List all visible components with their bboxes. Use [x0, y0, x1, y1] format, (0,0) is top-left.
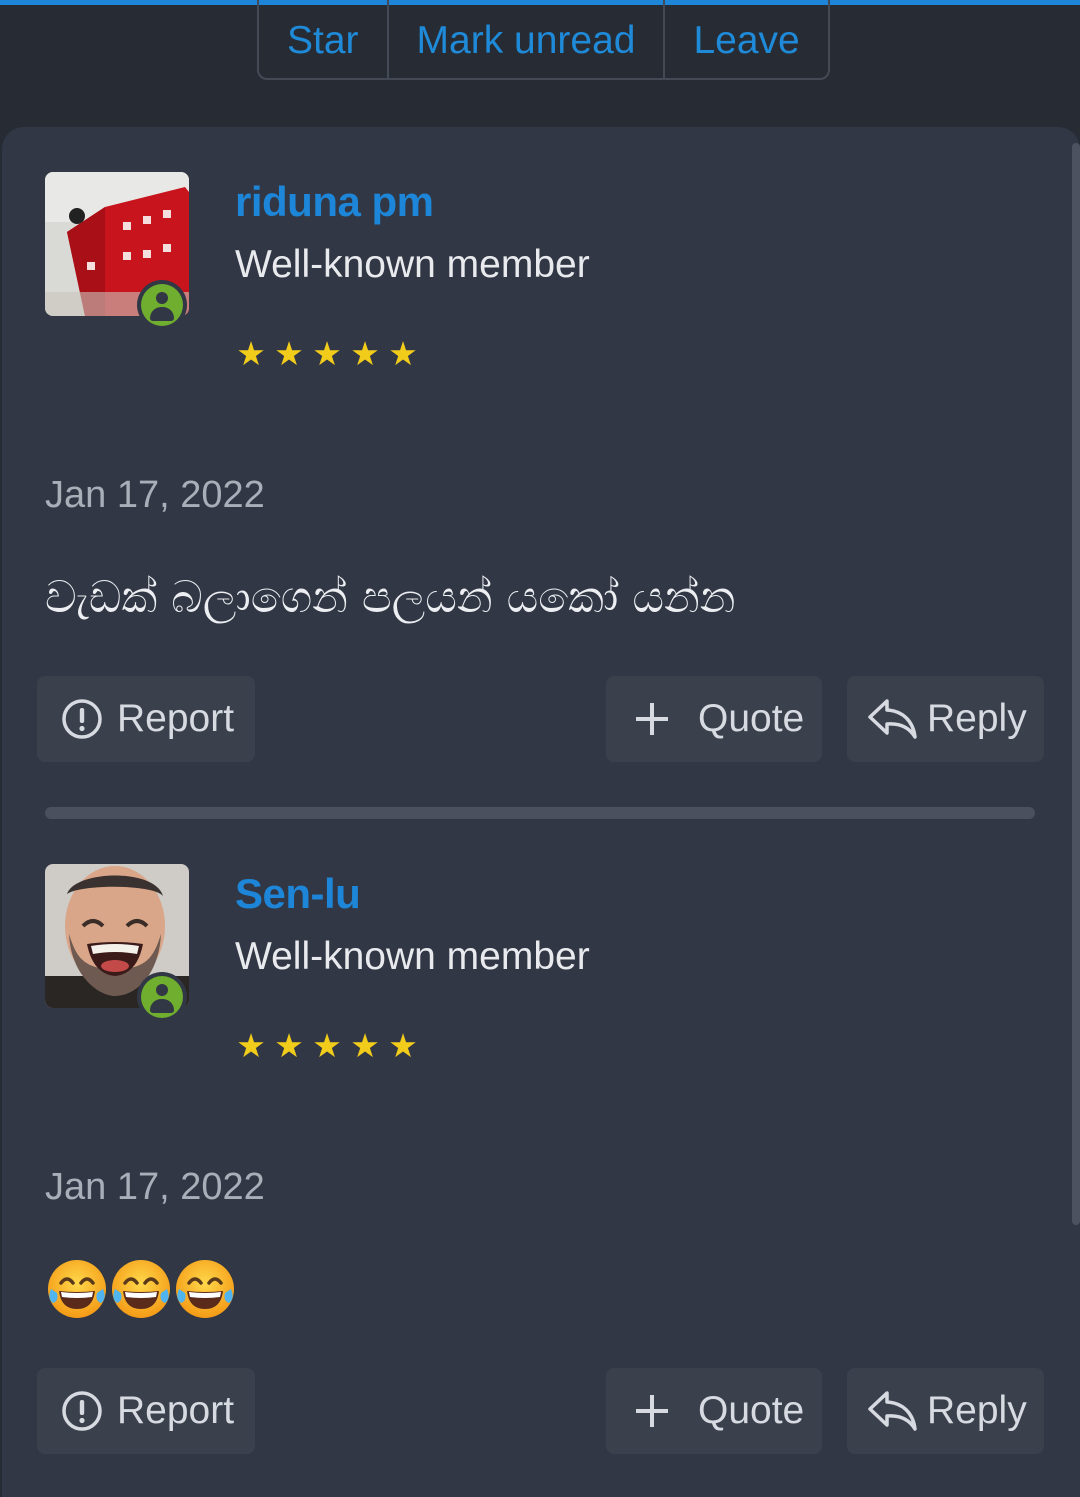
star-icon: ★ — [388, 1027, 418, 1064]
star-icon: ★ — [388, 335, 418, 372]
scrollbar[interactable] — [1072, 143, 1080, 1225]
tears-of-joy-emoji-icon — [112, 1260, 170, 1318]
plus-icon — [634, 1393, 670, 1429]
post-divider — [45, 807, 1035, 819]
report-label: Report — [117, 1389, 235, 1432]
post-content — [45, 1257, 237, 1321]
report-label: Report — [117, 697, 235, 740]
quote-button[interactable]: Quote — [606, 676, 822, 762]
rating-stars: ★ ★ ★ ★ ★ — [233, 336, 421, 372]
post-content: වැඩක් බලාගෙන් පලයන් යකෝ යන්න — [45, 572, 736, 623]
alert-circle-icon — [61, 1390, 103, 1432]
star-icon: ★ — [350, 1027, 380, 1064]
star-icon: ★ — [274, 335, 304, 372]
rating-stars: ★ ★ ★ ★ ★ — [233, 1028, 421, 1064]
tears-of-joy-emoji-icon — [48, 1260, 106, 1318]
tears-of-joy-emoji-icon — [176, 1260, 234, 1318]
thread-actions-bar: Star Mark unread Leave — [257, 0, 830, 80]
quote-label: Quote — [698, 1389, 805, 1432]
star-icon: ★ — [312, 335, 342, 372]
post-date[interactable]: Jan 17, 2022 — [45, 1166, 265, 1209]
star-icon: ★ — [274, 1027, 304, 1064]
reply-button[interactable]: Reply — [847, 1368, 1044, 1454]
reply-label: Reply — [927, 697, 1027, 740]
user-title: Well-known member — [235, 935, 590, 978]
star-icon: ★ — [350, 335, 380, 372]
report-button[interactable]: Report — [37, 676, 255, 762]
mark-unread-button[interactable]: Mark unread — [389, 0, 666, 78]
star-icon: ★ — [236, 1027, 266, 1064]
star-icon: ★ — [236, 335, 266, 372]
reply-button[interactable]: Reply — [847, 676, 1044, 762]
reply-arrow-icon — [867, 1389, 919, 1433]
plus-icon — [634, 701, 670, 737]
alert-circle-icon — [61, 698, 103, 740]
online-status-icon — [137, 280, 187, 330]
username-link[interactable]: riduna pm — [235, 178, 434, 226]
quote-label: Quote — [698, 697, 805, 740]
star-icon: ★ — [312, 1027, 342, 1064]
online-status-icon — [137, 972, 187, 1022]
username-link[interactable]: Sen-lu — [235, 870, 361, 918]
reply-arrow-icon — [867, 697, 919, 741]
report-button[interactable]: Report — [37, 1368, 255, 1454]
post-date[interactable]: Jan 17, 2022 — [45, 474, 265, 517]
reply-label: Reply — [927, 1389, 1027, 1432]
leave-thread-button[interactable]: Leave — [665, 0, 827, 78]
star-thread-button[interactable]: Star — [259, 0, 389, 78]
quote-button[interactable]: Quote — [606, 1368, 822, 1454]
user-title: Well-known member — [235, 243, 590, 286]
